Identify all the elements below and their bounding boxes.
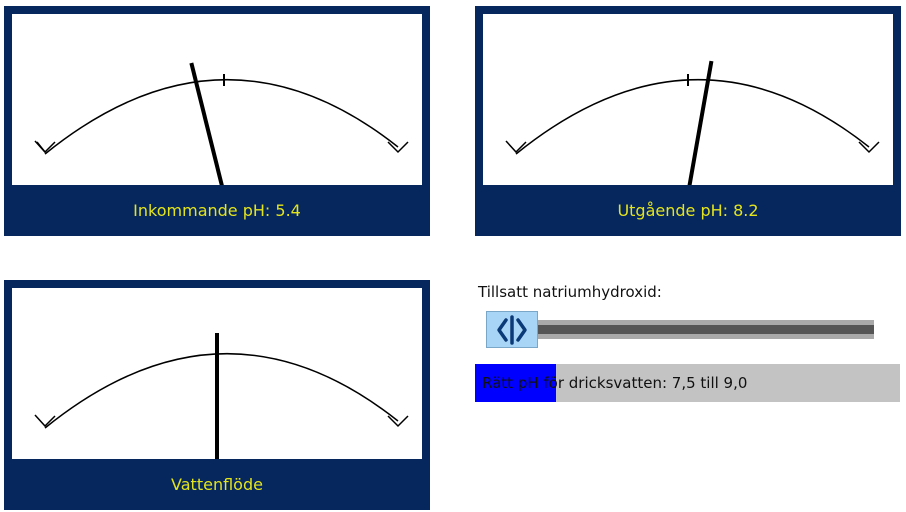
left-right-arrows-icon xyxy=(497,314,527,345)
incoming-ph-gauge xyxy=(34,62,409,185)
water-flow-gauge xyxy=(34,333,409,459)
sodium-hydroxide-slider-track[interactable] xyxy=(492,320,874,339)
meter-face xyxy=(483,14,893,185)
gauge-scale-arc xyxy=(44,352,399,429)
meter-face xyxy=(12,288,422,459)
meter-face xyxy=(12,14,422,185)
meter-caption: Vattenflöde xyxy=(171,475,263,494)
water-flow-meter: Vattenflöde xyxy=(4,280,430,510)
outgoing-ph-meter: Utgående pH: 8.2 xyxy=(475,6,901,236)
outgoing-ph-gauge xyxy=(505,60,880,185)
scale-left-tick xyxy=(34,414,56,428)
meter-caption: Inkommande pH: 5.4 xyxy=(133,201,301,220)
slider-groove xyxy=(492,325,874,334)
gauge-scale-arc xyxy=(44,78,399,155)
incoming-ph-meter: Inkommande pH: 5.4 xyxy=(4,6,430,236)
meter-caption: Utgående pH: 8.2 xyxy=(617,201,759,220)
scale-left-tick xyxy=(505,140,527,154)
ph-info-text: Rätt pH för dricksvatten: 7,5 till 9,0 xyxy=(482,374,748,392)
gauge-scale-arc xyxy=(515,78,870,155)
slider-label: Tillsatt natriumhydroxid: xyxy=(478,283,662,301)
drinking-water-ph-bar: Rätt pH för dricksvatten: 7,5 till 9,0 xyxy=(475,364,900,402)
sodium-hydroxide-slider-thumb[interactable] xyxy=(486,311,538,348)
